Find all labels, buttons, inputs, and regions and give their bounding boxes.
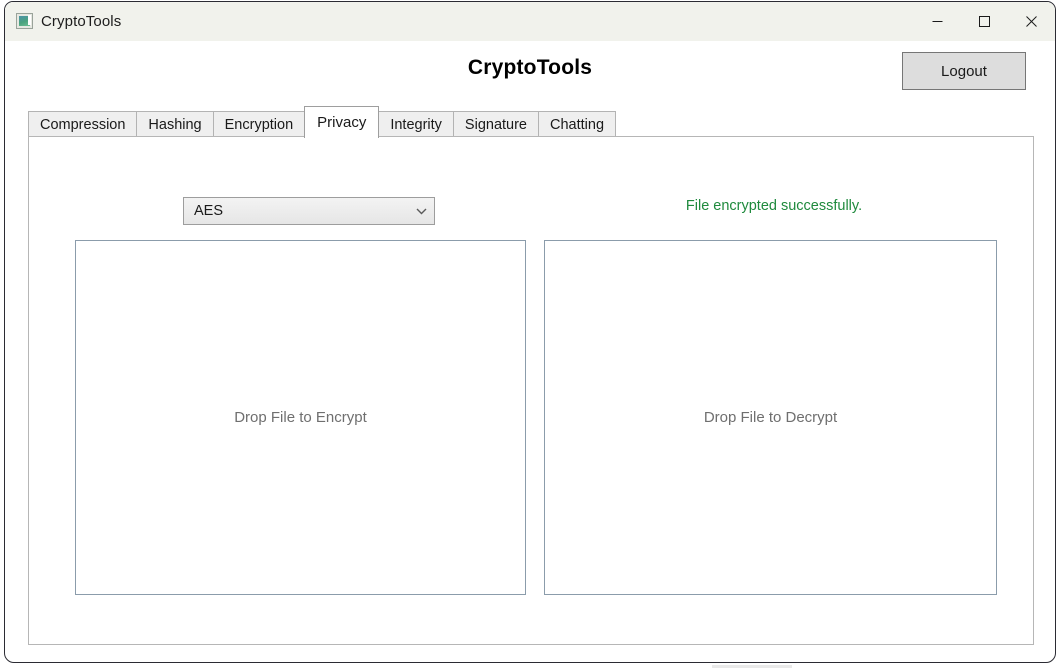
page-title: CryptoTools	[467, 56, 593, 79]
algorithm-select-value: AES	[194, 203, 224, 219]
window-title: CryptoTools	[41, 13, 122, 30]
encrypt-dropzone[interactable]: Drop File to Encrypt	[75, 240, 526, 595]
encrypt-dropzone-label: Drop File to Encrypt	[234, 409, 367, 426]
logout-button[interactable]: Logout	[902, 52, 1026, 90]
privacy-tab-panel: AES File encrypted successfully. Drop Fi…	[28, 136, 1034, 645]
app-window-icon	[16, 13, 33, 29]
desktop-background: CryptoTools CryptoTools Logout Compressi…	[0, 0, 1060, 668]
status-message: File encrypted successfully.	[685, 198, 863, 214]
title-bar: CryptoTools	[5, 2, 1055, 41]
app-icon-glyph	[19, 15, 31, 26]
decrypt-dropzone-label: Drop File to Decrypt	[703, 409, 838, 426]
decrypt-dropzone[interactable]: Drop File to Decrypt	[544, 240, 997, 595]
tab-encryption[interactable]: Encryption	[212, 111, 306, 138]
algorithm-select[interactable]: AES	[183, 197, 435, 225]
tab-chatting[interactable]: Chatting	[538, 111, 617, 138]
window-controls	[914, 2, 1055, 41]
tab-signature[interactable]: Signature	[452, 111, 539, 138]
tab-privacy[interactable]: Privacy	[304, 106, 380, 138]
tab-compression[interactable]: Compression	[28, 111, 138, 138]
application-window: CryptoTools CryptoTools Logout Compressi…	[4, 1, 1056, 663]
tab-hashing[interactable]: Hashing	[136, 111, 214, 138]
close-icon[interactable]	[1008, 2, 1055, 41]
minimize-icon[interactable]	[914, 2, 961, 41]
tab-integrity[interactable]: Integrity	[378, 111, 454, 138]
chevron-down-icon	[408, 208, 434, 215]
tab-bar: Compression Hashing Encryption Privacy I…	[28, 106, 617, 138]
maximize-icon[interactable]	[961, 2, 1008, 41]
